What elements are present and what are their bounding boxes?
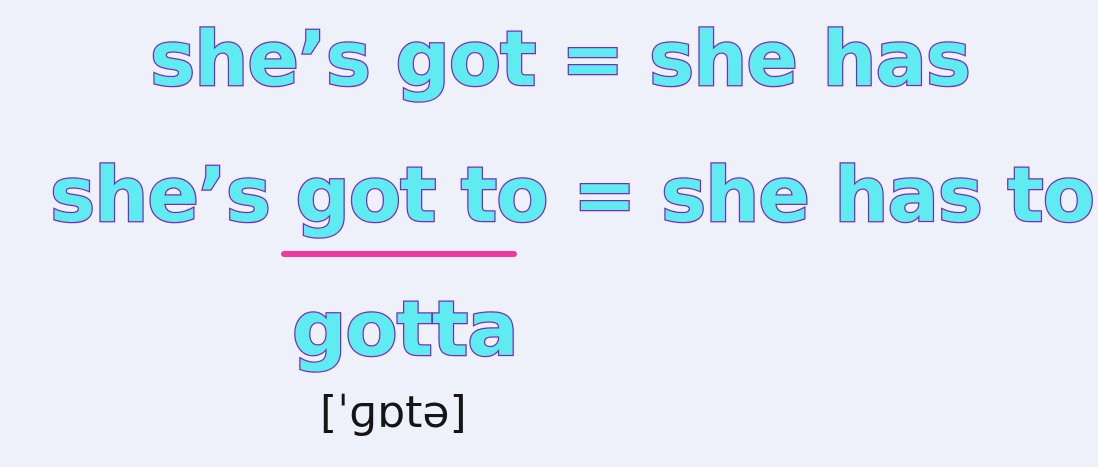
highlight-underline: [281, 251, 517, 257]
phrase-line-2: she’s got to = she has to: [49, 149, 1096, 241]
phrase-line-1: she’s got = she has: [149, 13, 972, 105]
reduced-form: gotta: [291, 283, 520, 375]
ipa-transcription: [ˈɡɒtə]: [320, 387, 467, 438]
